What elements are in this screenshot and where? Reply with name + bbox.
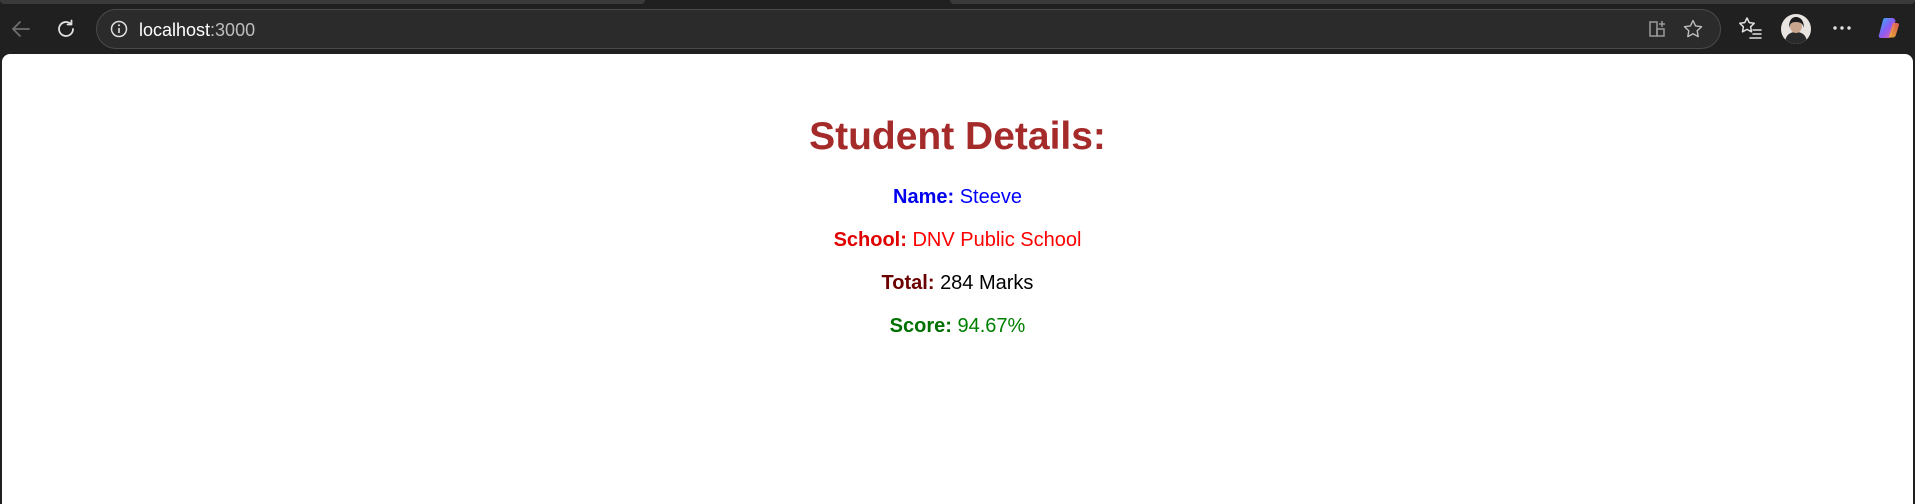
favorite-star-icon[interactable] [1682,18,1704,40]
browser-toolbar: localhost:3000 [0,0,1915,54]
school-value: DNV Public School [912,229,1082,251]
name-label: Name: [893,186,955,208]
address-bar[interactable]: localhost:3000 [96,9,1721,49]
refresh-button[interactable] [48,11,84,47]
favorites-icon[interactable] [1737,15,1763,41]
back-arrow-icon [12,21,30,37]
tab-strip-edge [0,0,645,4]
app-available-icon[interactable] [1647,18,1669,40]
more-options-icon[interactable] [1829,15,1855,41]
tab-strip-edge [950,0,1915,4]
site-info-icon[interactable] [109,19,129,39]
name-value: Steeve [959,186,1022,208]
copilot-icon[interactable] [1876,15,1902,41]
name-row: Name: Steeve [2,185,1913,209]
web-page: Student Details: Name: Steeve School: DN… [2,54,1913,504]
refresh-icon [58,19,74,37]
url-text[interactable]: localhost:3000 [139,20,255,40]
profile-avatar[interactable] [1781,14,1811,44]
score-value: 94.67% [957,315,1026,337]
back-button[interactable] [3,11,39,47]
profile-picture-icon [1781,14,1811,44]
total-label: Total: [881,272,935,294]
url-port: :3000 [210,20,256,40]
score-row: Score: 94.67% [2,314,1913,338]
page-title: Student Details: [809,115,1106,158]
school-label: School: [833,229,907,251]
url-host: localhost [139,20,211,40]
score-label: Score: [889,315,952,337]
total-value: 284 Marks [940,272,1034,294]
total-row: Total: 284 Marks [2,271,1913,295]
school-row: School: DNV Public School [2,228,1913,252]
